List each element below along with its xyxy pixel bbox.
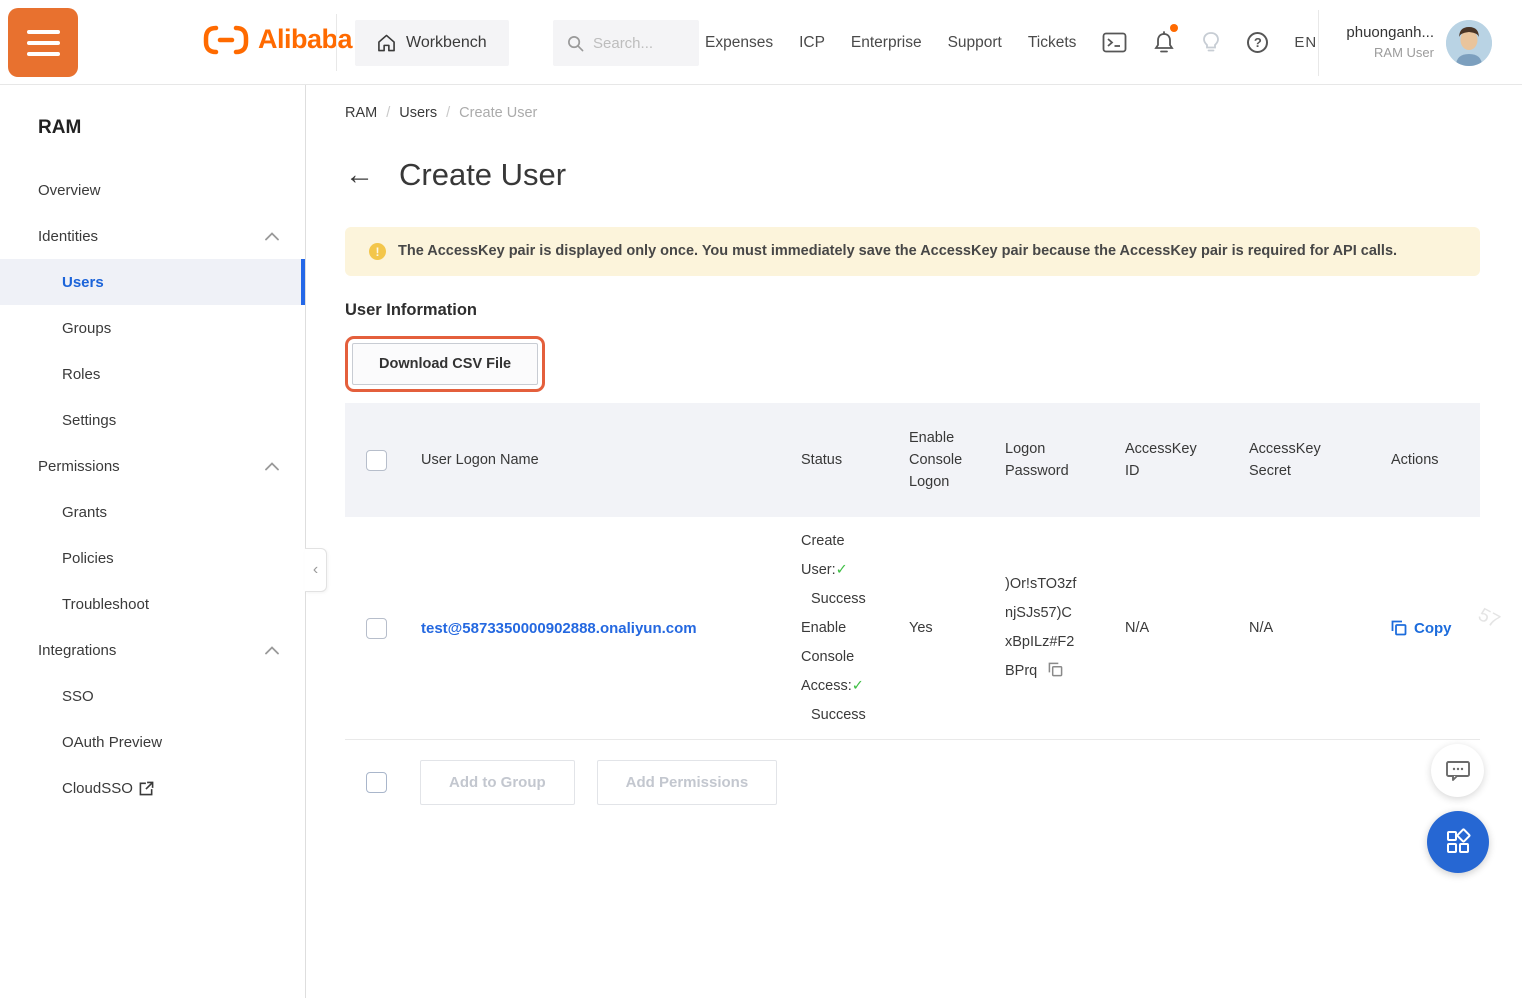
col-enable-console-logon: Enable Console Logon xyxy=(909,427,981,493)
col-user-logon-name: User Logon Name xyxy=(421,449,801,471)
copy-icon xyxy=(1391,620,1407,636)
search-input[interactable] xyxy=(593,35,683,52)
sidebar: RAM Overview Identities Users Groups Rol… xyxy=(0,85,306,998)
success-check-icon: ✓ xyxy=(836,562,848,578)
top-header: Alibaba Cloud Workbench Expenses ICP Ent… xyxy=(0,0,1522,85)
sidebar-title: RAM xyxy=(38,117,305,139)
language-selector[interactable]: EN xyxy=(1294,34,1317,51)
app-launcher-button[interactable] xyxy=(1427,811,1489,873)
breadcrumb-ram[interactable]: RAM xyxy=(345,105,377,121)
sidebar-item-groups[interactable]: Groups xyxy=(0,305,305,351)
workbench-label: Workbench xyxy=(406,34,487,52)
chevron-up-icon xyxy=(265,232,279,241)
global-search[interactable] xyxy=(553,20,699,66)
enable-console-logon-cell: Yes xyxy=(909,620,1005,636)
app-grid-icon xyxy=(1443,827,1473,857)
account-name: phuonganh... xyxy=(1346,23,1434,43)
hamburger-menu-button[interactable] xyxy=(8,8,78,77)
sidebar-item-oauth-preview[interactable]: OAuth Preview xyxy=(0,719,305,765)
sidebar-item-users[interactable]: Users xyxy=(0,259,305,305)
chat-bubble-icon xyxy=(1445,759,1471,783)
lightbulb-icon[interactable] xyxy=(1201,31,1221,54)
sidebar-collapse-handle[interactable]: ‹ xyxy=(305,548,327,592)
success-check-icon: ✓ xyxy=(852,678,864,694)
col-status: Status xyxy=(801,449,871,471)
accesskey-id-cell: N/A xyxy=(1125,620,1249,636)
select-all-checkbox[interactable] xyxy=(366,450,387,471)
back-arrow-icon[interactable]: ← xyxy=(345,160,374,190)
nav-tickets[interactable]: Tickets xyxy=(1028,34,1077,52)
nav-icp[interactable]: ICP xyxy=(799,34,825,52)
logon-password-cell: )Or!sTO3zf njSJs57)C xBpILz#F2 BPrq xyxy=(1005,570,1125,686)
home-icon xyxy=(377,34,396,52)
col-logon-password: Logon Password xyxy=(1005,438,1095,482)
add-to-group-button[interactable]: Add to Group xyxy=(420,760,575,805)
warning-icon: ! xyxy=(369,243,386,260)
copy-password-icon[interactable] xyxy=(1048,662,1063,677)
breadcrumb: RAM / Users / Create User xyxy=(345,105,1480,121)
help-icon[interactable]: ? xyxy=(1247,32,1268,53)
col-accesskey-secret: AccessKey Secret xyxy=(1249,438,1344,482)
sidebar-group-identities[interactable]: Identities xyxy=(0,213,305,259)
account-menu[interactable]: phuonganh... RAM User xyxy=(1328,0,1492,85)
col-accesskey-id: AccessKey ID xyxy=(1125,438,1220,482)
notifications-bell-icon[interactable] xyxy=(1153,31,1175,54)
accesskey-secret-cell: N/A xyxy=(1249,620,1391,636)
sidebar-item-troubleshoot[interactable]: Troubleshoot xyxy=(0,581,305,627)
accesskey-warning-banner: ! The AccessKey pair is displayed only o… xyxy=(345,227,1480,276)
account-role: RAM User xyxy=(1346,43,1434,63)
header-nav: Expenses ICP Enterprise Support Tickets xyxy=(705,0,1317,85)
chevron-up-icon xyxy=(265,646,279,655)
sidebar-group-permissions[interactable]: Permissions xyxy=(0,443,305,489)
breadcrumb-separator: / xyxy=(386,105,390,121)
table-footer: Add to Group Add Permissions xyxy=(345,740,1480,805)
breadcrumb-users[interactable]: Users xyxy=(399,105,437,121)
sidebar-group-integrations[interactable]: Integrations xyxy=(0,627,305,673)
alibaba-cloud-brackets-icon xyxy=(203,25,249,55)
table-row: test@5873350000902888.onaliyun.com Creat… xyxy=(345,517,1480,740)
avatar[interactable] xyxy=(1446,20,1492,66)
table-header-row: User Logon Name Status Enable Console Lo… xyxy=(345,403,1480,517)
main-content: RAM / Users / Create User ← Create User … xyxy=(306,85,1522,998)
download-csv-button[interactable]: Download CSV File xyxy=(352,343,538,385)
search-icon xyxy=(567,35,584,52)
chevron-up-icon xyxy=(265,462,279,471)
sidebar-item-settings[interactable]: Settings xyxy=(0,397,305,443)
nav-support[interactable]: Support xyxy=(948,34,1002,52)
download-csv-highlight-ring: Download CSV File xyxy=(345,336,545,392)
breadcrumb-separator: / xyxy=(446,105,450,121)
sidebar-item-grants[interactable]: Grants xyxy=(0,489,305,535)
row-checkbox[interactable] xyxy=(366,618,387,639)
workbench-button[interactable]: Workbench xyxy=(355,20,509,66)
header-divider xyxy=(1318,10,1319,76)
sidebar-item-cloudsso[interactable]: CloudSSO xyxy=(0,765,305,811)
copy-action-button[interactable]: Copy xyxy=(1391,620,1452,637)
col-actions: Actions xyxy=(1391,449,1480,471)
section-title-user-information: User Information xyxy=(345,301,1480,320)
add-permissions-button[interactable]: Add Permissions xyxy=(597,760,778,805)
cloud-shell-icon[interactable] xyxy=(1102,32,1127,53)
sidebar-item-roles[interactable]: Roles xyxy=(0,351,305,397)
header-divider xyxy=(336,14,337,71)
sidebar-item-sso[interactable]: SSO xyxy=(0,673,305,719)
external-link-icon xyxy=(139,781,154,796)
nav-expenses[interactable]: Expenses xyxy=(705,34,773,52)
notification-dot xyxy=(1170,24,1178,32)
sidebar-item-overview[interactable]: Overview xyxy=(0,167,305,213)
nav-enterprise[interactable]: Enterprise xyxy=(851,34,922,52)
page-title: Create User xyxy=(399,157,566,193)
user-logon-name-link[interactable]: test@5873350000902888.onaliyun.com xyxy=(421,620,697,637)
breadcrumb-current: Create User xyxy=(459,105,537,121)
status-cell: Create User:✓ Success Enable Console Acc… xyxy=(801,527,909,730)
feedback-chat-button[interactable] xyxy=(1431,744,1484,797)
warning-message: The AccessKey pair is displayed only onc… xyxy=(398,240,1397,263)
footer-select-all-checkbox[interactable] xyxy=(366,772,387,793)
sidebar-item-policies[interactable]: Policies xyxy=(0,535,305,581)
